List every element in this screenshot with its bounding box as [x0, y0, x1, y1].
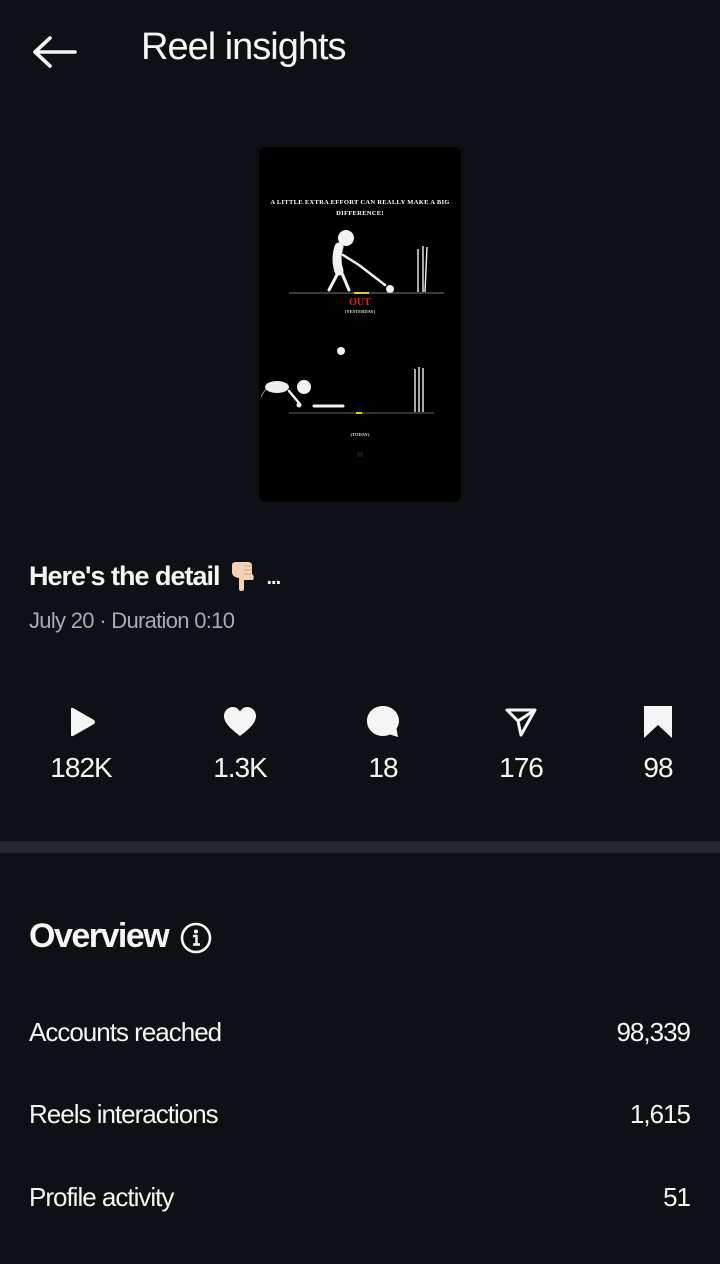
profile-activity-label: Profile activity: [29, 1182, 174, 1212]
play-icon: [63, 704, 99, 740]
comment-icon: [365, 704, 401, 740]
back-button[interactable]: [26, 30, 82, 74]
thumbnail-out-label: OUT: [349, 297, 371, 308]
saves-count: 98: [643, 752, 673, 783]
info-icon[interactable]: [180, 922, 212, 954]
likes-count: 1.3K: [213, 752, 268, 783]
shares-count: 176: [499, 752, 544, 783]
bookmark-icon: [640, 704, 676, 740]
shares-stat[interactable]: 176: [451, 700, 591, 795]
section-divider: [0, 841, 720, 853]
reels-interactions-value: 1,615: [629, 1099, 691, 1129]
engagement-stats: 182K 1.3K 18 176 98: [0, 700, 720, 800]
accounts-reached-label: Accounts reached: [29, 1017, 222, 1047]
reel-title-text: Here's the detail: [29, 560, 220, 591]
back-arrow-icon: [33, 36, 77, 68]
accounts-reached-value: 98,339: [616, 1017, 691, 1047]
thumbnail-illustration: [260, 230, 444, 414]
accounts-reached-row[interactable]: Accounts reached 98,339: [0, 1003, 720, 1063]
thumbnail-yesterday-label: (Yesterday): [344, 309, 376, 314]
profile-activity-row[interactable]: Profile activity 51: [0, 1168, 720, 1228]
reels-interactions-label: Reels interactions: [29, 1099, 219, 1129]
reel-thumbnail[interactable]: A little extra effort can really make a …: [259, 147, 461, 502]
thumbnail-watermark: M: [357, 452, 363, 459]
reel-title[interactable]: Here's the detail ...: [29, 560, 282, 592]
likes-stat[interactable]: 1.3K: [170, 700, 310, 795]
pointing-hand-icon: [229, 560, 257, 592]
thumbnail-today-label: (Today): [350, 432, 370, 437]
saves-stat[interactable]: 98: [588, 700, 720, 795]
reel-meta: July 20 · Duration 0:10: [29, 608, 235, 633]
comments-count: 18: [368, 752, 398, 783]
reel-title-more: ...: [266, 566, 282, 589]
page-title: Reel insights: [141, 26, 347, 68]
plays-count: 182K: [50, 752, 112, 783]
share-icon: [503, 704, 539, 740]
heart-icon: [222, 704, 258, 740]
plays-stat[interactable]: 182K: [11, 700, 151, 795]
comments-stat[interactable]: 18: [313, 700, 453, 795]
top-bar: Reel insights: [0, 0, 720, 100]
overview-title: Overview: [29, 917, 170, 955]
reels-interactions-row[interactable]: Reels interactions 1,615: [0, 1085, 720, 1145]
profile-activity-value: 51: [663, 1182, 691, 1212]
